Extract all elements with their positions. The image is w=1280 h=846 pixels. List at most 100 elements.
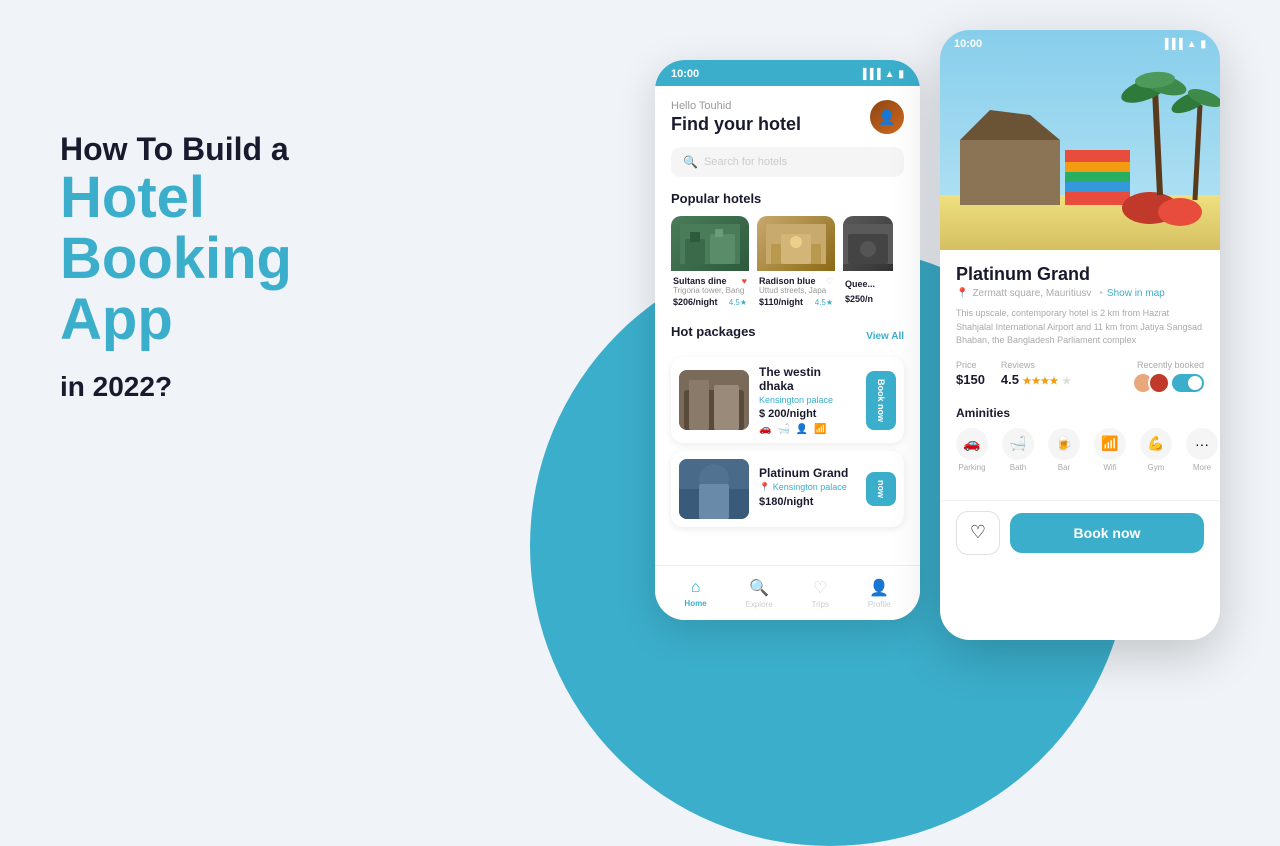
- hotel-2-loc: Uttud streets, Japa: [759, 286, 833, 295]
- hotel-2-rating: 4.5★: [815, 298, 833, 307]
- amenity-wifi: 📶 Wifi: [1094, 428, 1126, 472]
- wifi-circle: 📶: [1094, 428, 1126, 460]
- battery-icon: ▮: [898, 69, 904, 80]
- recently-booked-avatars: [1132, 372, 1164, 394]
- bath-label: Bath: [1010, 463, 1026, 472]
- package-1-name: The westin dhaka: [759, 365, 856, 393]
- hotel-1-rating: 4.5★: [729, 298, 747, 307]
- phone1-content: 👤 Hello Touhid Find your hotel 🔍 Search …: [655, 86, 920, 610]
- phone2-status-icons: ▐▐▐ ▲ ▮: [1161, 39, 1206, 50]
- gym-label: Gym: [1148, 463, 1165, 472]
- package-card-1[interactable]: The westin dhaka Kensington palace $ 200…: [671, 357, 904, 443]
- hotel-detail-location: 📍 Zermatt square, Mauritiusv • Show in m…: [956, 288, 1204, 299]
- signal-icon: ▐▐▐: [859, 69, 880, 80]
- hotel-cards-row: Sultans dine ♥ Trigoria tower, Bang $206…: [671, 216, 904, 310]
- trips-icon: ♡: [813, 578, 827, 598]
- amenity-bath: 🛁 Bath: [1002, 428, 1034, 472]
- nav-trips[interactable]: ♡ Trips: [812, 578, 829, 609]
- profile-icon: 👤: [869, 578, 889, 598]
- bar-label: Bar: [1058, 463, 1070, 472]
- signal-icon-2: ▐▐▐: [1161, 39, 1182, 50]
- package-2-info: Platinum Grand 📍 Kensington palace $180/…: [759, 466, 856, 512]
- wifi-icon: ▲: [885, 69, 895, 80]
- headline-year: in 2022?: [60, 371, 400, 403]
- left-section: How To Build a Hotel Booking App in 2022…: [60, 130, 400, 403]
- hotel-card-2[interactable]: Radison blue ♡ Uttud streets, Japa $110/…: [757, 216, 835, 310]
- greeting-text: Hello Touhid: [671, 100, 904, 112]
- hot-packages-header: Hot packages View All: [671, 324, 904, 349]
- package-card-2[interactable]: Platinum Grand 📍 Kensington palace $180/…: [671, 451, 904, 527]
- nav-profile-label: Profile: [868, 600, 891, 609]
- amenity-parking: 🚗 Parking: [956, 428, 988, 472]
- hotel-1-heart: ♥: [742, 276, 747, 286]
- view-all-button[interactable]: View All: [866, 331, 904, 342]
- phone2-time: 10:00: [954, 38, 982, 50]
- car-amenity-icon: 🚗: [759, 424, 771, 435]
- package-2-price: $180/night: [759, 496, 856, 508]
- amenity-gym: 💪 Gym: [1140, 428, 1172, 472]
- person-amenity-icon: 👤: [796, 424, 808, 435]
- phone1-status-icons: ▐▐▐ ▲ ▮: [859, 69, 904, 80]
- phone1-bottom-nav: ⌂ Home 🔍 Explore ♡ Trips 👤 Profile: [655, 565, 920, 620]
- amenities-row: 🚗 Parking 🛁 Bath 🍺 Bar 📶 Wifi 💪 G: [956, 428, 1204, 472]
- package-1-book-button[interactable]: Book now: [866, 371, 896, 430]
- amenity-more[interactable]: ··· More: [1186, 428, 1218, 472]
- hotel-card-1-info: Sultans dine ♥ Trigoria tower, Bang $206…: [671, 271, 749, 310]
- hotel-3-price: $250/n: [845, 294, 873, 304]
- headline-line1: How To Build a: [60, 130, 400, 168]
- nav-trips-label: Trips: [812, 600, 829, 609]
- hotel-img-3: [843, 216, 893, 271]
- hotel-2-price: $110/night: [759, 297, 803, 307]
- bath-circle: 🛁: [1002, 428, 1034, 460]
- recently-booked-stat: Recently booked: [1132, 360, 1204, 394]
- beach-scene-svg: [940, 30, 1220, 250]
- booking-toggle[interactable]: [1172, 374, 1204, 392]
- parking-label: Parking: [958, 463, 985, 472]
- search-bar[interactable]: 🔍 Search for hotels: [671, 147, 904, 177]
- phone2-body: Platinum Grand 📍 Zermatt square, Mauriti…: [940, 250, 1220, 500]
- nav-explore[interactable]: 🔍 Explore: [746, 578, 773, 609]
- package-1-info: The westin dhaka Kensington palace $ 200…: [759, 365, 856, 435]
- reviews-stat: Reviews 4.5 ★★★★ ★: [1001, 360, 1071, 387]
- hotel-card-2-info: Radison blue ♡ Uttud streets, Japa $110/…: [757, 271, 835, 310]
- headline-line2: Hotel Booking: [60, 168, 400, 290]
- location-dot-icon: 📍: [956, 288, 968, 299]
- phone2-hero-image: 10:00 ▐▐▐ ▲ ▮ ‹: [940, 30, 1220, 250]
- hotel-1-loc: Trigoria tower, Bang: [673, 286, 747, 295]
- hot-packages-label: Hot packages: [671, 324, 756, 339]
- pkg-img-1: [679, 370, 749, 430]
- empty-star-icon: ★: [1062, 376, 1071, 387]
- book-now-button[interactable]: Book now: [1010, 513, 1204, 553]
- gym-circle: 💪: [1140, 428, 1172, 460]
- nav-home-label: Home: [684, 599, 706, 608]
- search-placeholder-text: Search for hotels: [704, 156, 787, 168]
- show-map-link[interactable]: Show in map: [1107, 288, 1165, 299]
- battery-icon-2: ▮: [1200, 39, 1206, 50]
- pkg-img-2: [679, 459, 749, 519]
- price-stat: Price $150: [956, 360, 985, 387]
- more-circle: ···: [1186, 428, 1218, 460]
- phone1-status-bar: 10:00 ▐▐▐ ▲ ▮: [655, 60, 920, 86]
- user-avatar: 👤: [870, 100, 904, 134]
- wifi-label: Wifi: [1103, 463, 1116, 472]
- hotel-detail-name: Platinum Grand: [956, 264, 1204, 285]
- hotel-1-name: Sultans dine: [673, 276, 727, 286]
- package-1-amenities: 🚗 🛁 👤 📶: [759, 424, 856, 435]
- hotel-card-1[interactable]: Sultans dine ♥ Trigoria tower, Bang $206…: [671, 216, 749, 310]
- home-icon: ⌂: [691, 579, 701, 597]
- hotel-card-3[interactable]: Quee... $250/n: [843, 216, 893, 310]
- hotel-1-price: $206/night: [673, 297, 718, 307]
- phone1-time: 10:00: [671, 68, 699, 80]
- nav-profile[interactable]: 👤 Profile: [868, 578, 891, 609]
- hotel-stats: Price $150 Reviews 4.5 ★★★★ ★ Recently b…: [956, 360, 1204, 394]
- package-2-name: Platinum Grand: [759, 466, 856, 480]
- wishlist-button[interactable]: ♡: [956, 511, 1000, 555]
- nav-home[interactable]: ⌂ Home: [684, 579, 706, 608]
- hotel-description: This upscale, contemporary hotel is 2 km…: [956, 307, 1204, 348]
- phone2: 10:00 ▐▐▐ ▲ ▮ ‹: [940, 30, 1220, 640]
- package-2-book-button[interactable]: now: [866, 472, 896, 506]
- wifi-amenity-icon: 📶: [814, 424, 826, 435]
- headline-line4: App: [60, 290, 400, 351]
- hotel-2-heart: ♡: [826, 277, 833, 286]
- wifi-icon-2: ▲: [1187, 39, 1197, 50]
